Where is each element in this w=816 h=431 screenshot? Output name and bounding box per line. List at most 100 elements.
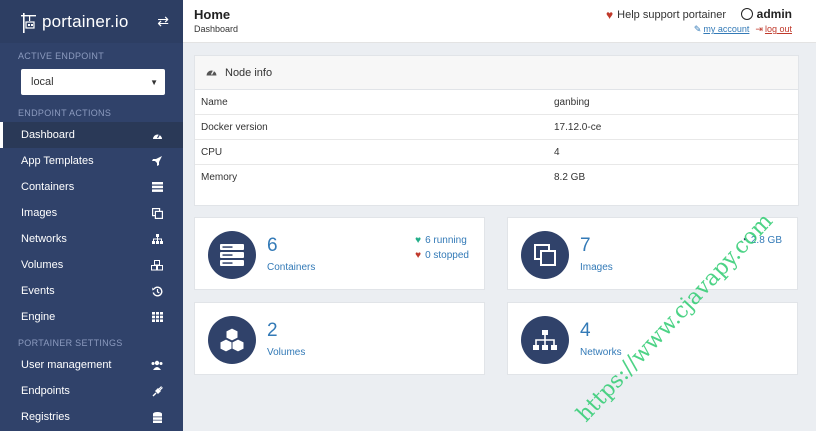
networks-count: 4 <box>580 320 591 341</box>
sidebar-item-endpoints[interactable]: Endpoints <box>0 378 183 404</box>
images-count: 7 <box>580 235 591 256</box>
images-size: 2.8 GB <box>750 235 782 246</box>
dashboard-icon <box>151 129 163 141</box>
caret-down-icon: ▼ <box>150 77 158 87</box>
heart-icon: ♥ <box>606 8 614 22</box>
rocket-icon <box>151 155 163 167</box>
node-info-value: ganbing <box>554 96 590 108</box>
sidebar-item-label: Engine <box>21 311 56 323</box>
networks-label: Networks <box>580 347 622 358</box>
pie-chart-icon: ◔ <box>740 235 747 246</box>
sidebar-item-user-management[interactable]: User management <box>0 352 183 378</box>
sidebar-item-registries[interactable]: Registries <box>0 404 183 430</box>
page-title: Home <box>194 7 231 22</box>
containers-widget[interactable]: 6 Containers ♥ 6 running ♥ 0 stopped <box>194 217 485 290</box>
cubes-icon <box>151 259 163 271</box>
sidebar-item-label: Dashboard <box>21 129 75 141</box>
sidebar-item-app-templates[interactable]: App Templates <box>0 148 183 174</box>
networks-widget-icon <box>521 316 569 364</box>
log-out-link[interactable]: ⇥ log out <box>755 24 792 35</box>
sidebar-item-label: Volumes <box>21 259 64 271</box>
node-info-header: Node info <box>195 56 798 90</box>
node-info-panel: Node info Name ganbing Docker version 17… <box>194 55 799 206</box>
clone-icon <box>151 207 163 219</box>
breadcrumb: Dashboard <box>194 24 239 34</box>
swap-icon[interactable]: ⇄ <box>157 13 169 30</box>
portainer-logo[interactable]: portainer.io <box>20 11 129 33</box>
active-endpoint-heading: ACTIVE ENDPOINT <box>18 51 105 61</box>
clone-icon <box>534 244 556 266</box>
sidebar: portainer.io ⇄ ACTIVE ENDPOINT local ▼ E… <box>0 0 183 431</box>
table-row: Docker version 17.12.0-ce <box>195 115 798 140</box>
sign-out-icon: ⇥ <box>755 24 763 34</box>
server-icon <box>220 244 244 266</box>
sidebar-item-label: Containers <box>21 181 75 193</box>
node-info-value: 8.2 GB <box>554 172 586 183</box>
node-info-value: 4 <box>554 146 560 158</box>
user-circle-icon <box>740 8 753 20</box>
sidebar-item-volumes[interactable]: Volumes <box>0 252 183 278</box>
database-icon <box>151 411 163 423</box>
endpoint-actions-heading: ENDPOINT ACTIONS <box>18 108 112 118</box>
brand-bar: portainer.io ⇄ <box>0 0 183 43</box>
wrench-icon: ✎ <box>693 24 702 34</box>
containers-label: Containers <box>267 262 316 273</box>
images-stats: ◔ 2.8 GB <box>741 233 782 248</box>
containers-widget-icon <box>208 231 256 279</box>
brand-name: portainer.io <box>42 11 129 31</box>
account-links: ✎ my account ⇥ log out <box>694 24 792 35</box>
volumes-widget[interactable]: 2 Volumes <box>194 302 485 375</box>
endpoint-select-value: local <box>31 76 54 88</box>
stopped-count: 0 stopped <box>425 250 469 261</box>
node-info-value: 17.12.0-ce <box>554 121 602 133</box>
sidebar-item-label: Events <box>21 285 55 297</box>
node-info-key: Name <box>201 96 228 108</box>
sidebar-item-networks[interactable]: Networks <box>0 226 183 252</box>
sidebar-item-images[interactable]: Images <box>0 200 183 226</box>
running-count: 6 running <box>425 235 467 246</box>
history-icon <box>151 285 163 297</box>
my-account-label: my account <box>703 24 750 34</box>
sidebar-item-label: User management <box>21 359 112 371</box>
node-info-key: CPU <box>201 146 223 158</box>
endpoint-select[interactable]: local ▼ <box>21 69 165 95</box>
server-icon <box>151 181 163 193</box>
table-row: Memory 8.2 GB <box>195 165 798 190</box>
username: admin <box>756 7 792 21</box>
volumes-label: Volumes <box>267 347 306 358</box>
sidebar-item-containers[interactable]: Containers <box>0 174 183 200</box>
portainer-settings-heading: PORTAINER SETTINGS <box>18 338 123 348</box>
containers-stats: ♥ 6 running ♥ 0 stopped <box>415 233 469 263</box>
plug-icon <box>151 385 163 397</box>
sidebar-item-engine[interactable]: Engine <box>0 304 183 330</box>
table-row: Name ganbing <box>195 90 798 115</box>
tachometer-icon <box>206 67 217 79</box>
support-link[interactable]: ♥ Help support portainer <box>606 8 726 22</box>
support-label: Help support portainer <box>617 9 726 21</box>
sidebar-item-label: Endpoints <box>21 385 70 397</box>
users-icon <box>151 359 163 371</box>
sidebar-item-dashboard[interactable]: Dashboard <box>0 122 183 148</box>
heartbeat-icon: ♥ <box>415 250 422 261</box>
my-account-link[interactable]: ✎ my account <box>694 24 750 35</box>
containers-count: 6 <box>267 235 278 256</box>
images-label: Images <box>580 262 613 273</box>
networks-widget[interactable]: 4 Networks <box>507 302 798 375</box>
sidebar-item-events[interactable]: Events <box>0 278 183 304</box>
images-widget-icon <box>521 231 569 279</box>
th-icon <box>151 311 163 323</box>
user-menu: admin <box>740 7 792 21</box>
top-bar: Home Dashboard ♥ Help support portainer … <box>183 0 816 43</box>
node-info-key: Memory <box>201 172 238 183</box>
node-info-title: Node info <box>225 66 273 79</box>
table-row: CPU 4 <box>195 140 798 165</box>
images-widget[interactable]: 7 Images ◔ 2.8 GB <box>507 217 798 290</box>
sidebar-item-label: App Templates <box>21 155 94 167</box>
log-out-label: log out <box>764 24 792 34</box>
sidebar-item-label: Images <box>21 207 58 219</box>
sidebar-item-label: Registries <box>21 411 70 423</box>
sidebar-item-label: Networks <box>21 233 67 245</box>
volumes-widget-icon <box>208 316 256 364</box>
sitemap-icon <box>151 233 163 245</box>
heartbeat-icon: ♥ <box>415 235 422 246</box>
